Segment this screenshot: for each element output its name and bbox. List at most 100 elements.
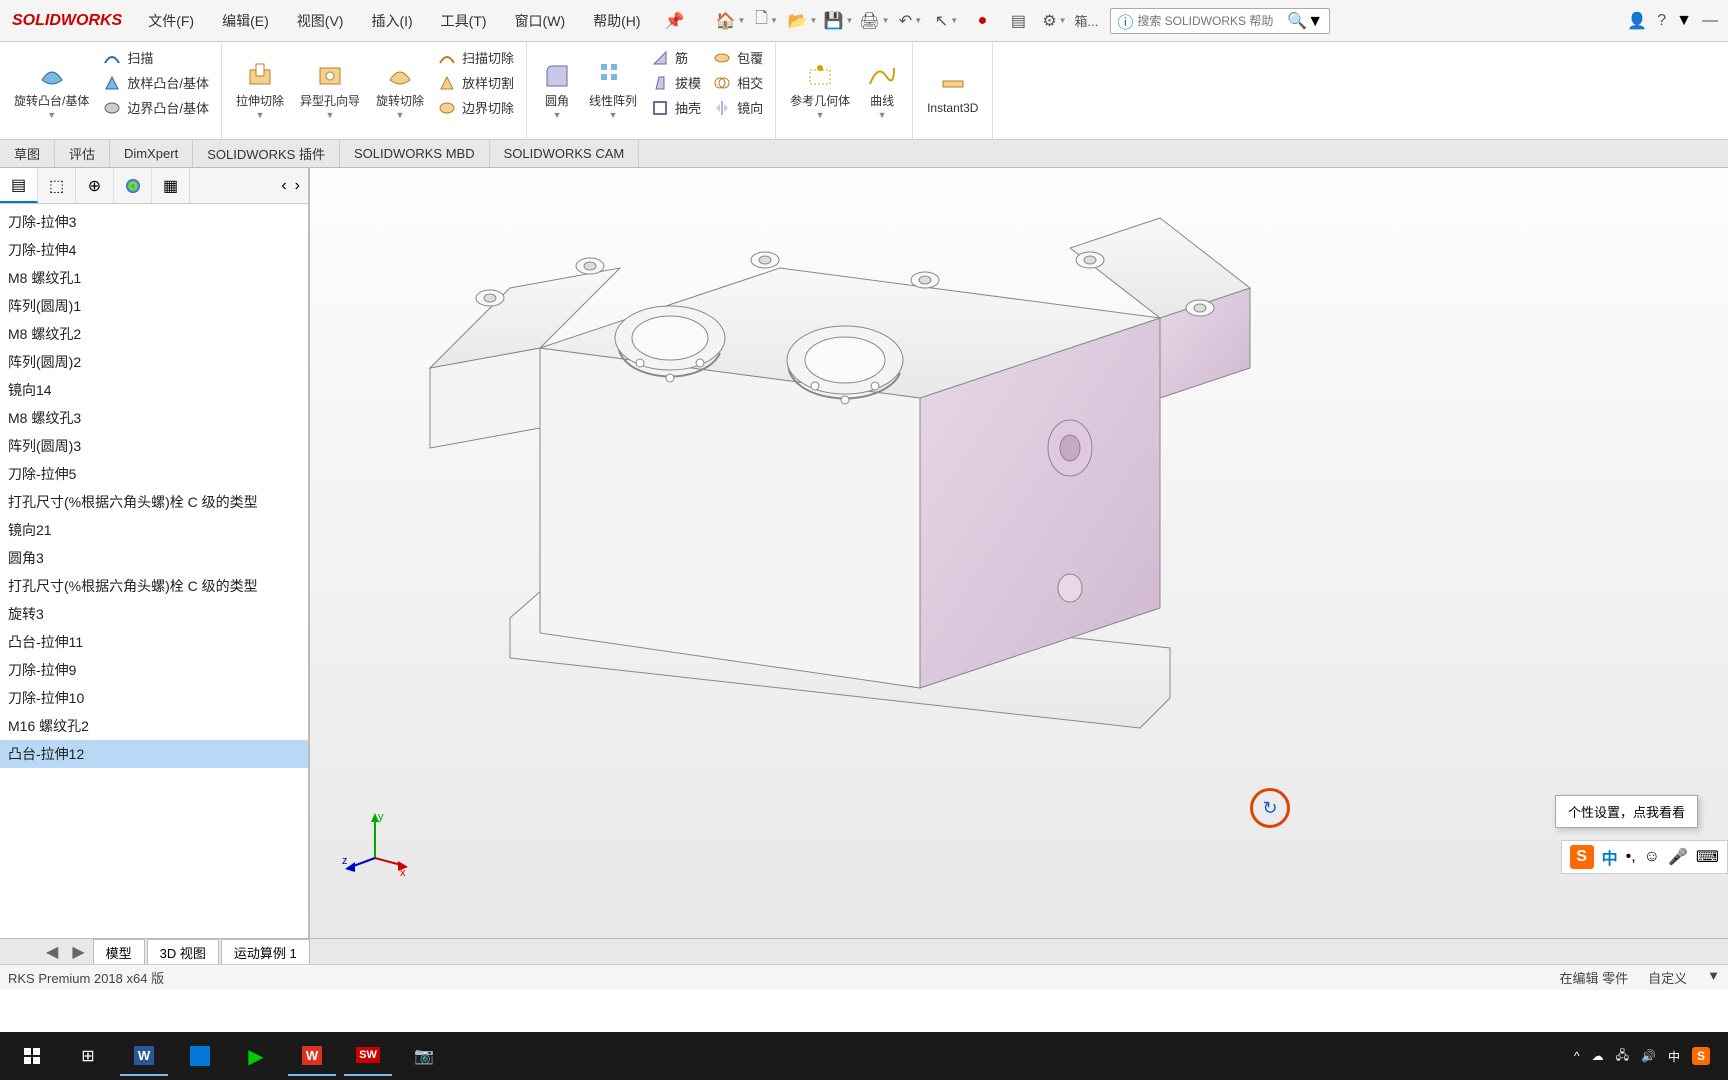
fillet-button[interactable]: 圆角 ▼ [533,46,581,135]
tree-item[interactable]: 圆角3 [0,544,308,572]
tray-up-icon[interactable]: ^ [1574,1049,1580,1063]
settings-icon[interactable]: ⚙▼ [1038,7,1070,35]
app-icon[interactable] [176,1036,224,1076]
tab-dimxpert[interactable]: DimXpert [110,140,193,167]
menu-help[interactable]: 帮助(H) [579,0,654,41]
ime-mic-icon[interactable]: 🎤 [1668,847,1688,867]
tree-item[interactable]: 刀除-拉伸4 [0,236,308,264]
tree-item[interactable]: 镜向21 [0,516,308,544]
inspect-tab-icon[interactable]: ▦ [152,168,190,203]
tab-mbd[interactable]: SOLIDWORKS MBD [340,140,490,167]
mirror-button[interactable]: 镜向 [707,96,769,119]
tree-item[interactable]: 凸台-拉伸11 [0,628,308,656]
revolve-cut-button[interactable]: 旋转切除 ▼ [368,46,432,135]
minimize-icon[interactable]: — [1702,12,1718,30]
popup-tip[interactable]: 个性设置，点我看看 [1555,795,1698,828]
tree-item[interactable]: 打孔尺寸(%根据六角头螺)栓 C 级的类型 [0,572,308,600]
rebuild-icon[interactable]: ● [966,7,998,35]
tray-ime[interactable]: 中 [1668,1048,1680,1065]
tray-vol-icon[interactable]: 🔊 [1641,1049,1656,1063]
ime-bar[interactable]: S 中 •, ☺ 🎤 ⌨ [1561,840,1728,874]
curves-button[interactable]: 曲线 ▼ [858,46,906,135]
tab-motion1[interactable]: 运动算例 1 [221,939,310,964]
tree-item[interactable]: 打孔尺寸(%根据六角头螺)栓 C 级的类型 [0,488,308,516]
ref-geom-button[interactable]: 参考几何体 ▼ [782,46,858,135]
instant3d-button[interactable]: Instant3D [919,63,986,119]
options-list-icon[interactable]: ▤ [1002,7,1034,35]
user-icon[interactable]: 👤 [1627,11,1647,31]
tree-item[interactable]: 镜向14 [0,376,308,404]
new-icon[interactable]: 🗋▼ [750,7,782,35]
tab-3dview[interactable]: 3D 视图 [147,939,219,964]
linear-pattern-button[interactable]: 线性阵列 ▼ [581,46,645,135]
3d-viewport[interactable]: y x z ↻ [310,168,1728,938]
word-icon[interactable]: W [120,1036,168,1076]
next-tab-icon[interactable]: › [291,177,304,195]
tree-item[interactable]: 阵列(圆周)1 [0,292,308,320]
home-icon[interactable]: 🏠▼ [714,7,746,35]
search-input[interactable] [1137,14,1287,28]
shell-button[interactable]: 抽壳 [645,96,707,119]
tray-net-icon[interactable]: 🖧 [1616,1046,1629,1067]
save-icon[interactable]: 💾▼ [822,7,854,35]
media-icon[interactable]: ▶ [232,1036,280,1076]
feature-tree[interactable]: 刀除-拉伸3刀除-拉伸4M8 螺纹孔1阵列(圆周)1M8 螺纹孔2阵列(圆周)2… [0,204,308,938]
hole-wizard-button[interactable]: 异型孔向导 ▼ [292,46,368,135]
menu-view[interactable]: 视图(V) [283,0,358,41]
tree-item[interactable]: 阵列(圆周)2 [0,348,308,376]
tree-item[interactable]: 刀除-拉伸5 [0,460,308,488]
solidworks-icon[interactable]: SW [344,1036,392,1076]
revolve-boss-button[interactable]: 旋转凸台/基体 ▼ [6,46,97,135]
tab-addins[interactable]: SOLIDWORKS 插件 [193,140,340,167]
prev-tab-icon[interactable]: ‹ [277,177,290,195]
tree-item[interactable]: M8 螺纹孔1 [0,264,308,292]
help-drop-icon[interactable]: ▼ [1676,12,1692,30]
tab-evaluate[interactable]: 评估 [55,140,110,167]
tray-cloud-icon[interactable]: ☁ [1592,1049,1604,1063]
tree-item[interactable]: 凸台-拉伸12 [0,740,308,768]
config-tab-icon[interactable]: ⊕ [76,168,114,203]
tree-item[interactable]: 刀除-拉伸10 [0,684,308,712]
rib-button[interactable]: 筋 [645,46,707,69]
undo-icon[interactable]: ↶▼ [894,7,926,35]
tree-item[interactable]: 旋转3 [0,600,308,628]
tree-item[interactable]: M8 螺纹孔3 [0,404,308,432]
menu-window[interactable]: 窗口(W) [501,0,580,41]
open-icon[interactable]: 📂▼ [786,7,818,35]
menu-file[interactable]: 文件(F) [134,0,208,41]
menu-insert[interactable]: 插入(I) [357,0,426,41]
box-label[interactable]: 箱... [1074,7,1098,35]
camera-icon[interactable]: 📷 [400,1036,448,1076]
ime-logo-icon[interactable]: S [1570,845,1594,869]
ime-emoji-icon[interactable]: ☺ [1644,848,1660,866]
boundary-boss-button[interactable]: 边界凸台/基体 [97,96,215,119]
wrap-button[interactable]: 包覆 [707,46,769,69]
tree-item[interactable]: 刀除-拉伸9 [0,656,308,684]
tray-ime-logo-icon[interactable]: S [1692,1047,1710,1065]
status-drop-icon[interactable]: ▼ [1707,968,1720,987]
extrude-cut-button[interactable]: 拉伸切除 ▼ [228,46,292,135]
search-box[interactable]: ⓘ 🔍▼ [1110,8,1330,34]
draft-button[interactable]: 拔模 [645,71,707,94]
search-icon[interactable]: 🔍▼ [1287,11,1323,31]
intersect-button[interactable]: 相交 [707,71,769,94]
appearance-tab-icon[interactable] [114,168,152,203]
tree-item[interactable]: M8 螺纹孔2 [0,320,308,348]
pin-icon[interactable]: 📌 [655,11,695,31]
boundary-cut-button[interactable]: 边界切除 [432,96,520,119]
menu-tools[interactable]: 工具(T) [427,0,501,41]
tabs-right-icon[interactable]: ▶ [66,942,90,962]
print-icon[interactable]: 🖨▼ [858,7,890,35]
tree-item[interactable]: 阵列(圆周)3 [0,432,308,460]
ime-punct-icon[interactable]: •, [1626,848,1636,866]
menu-edit[interactable]: 编辑(E) [208,0,283,41]
sweep-cut-button[interactable]: 扫描切除 [432,46,520,69]
help-icon[interactable]: ? [1657,12,1666,30]
feature-tree-tab-icon[interactable]: ▤ [0,168,38,203]
wps-icon[interactable]: W [288,1036,336,1076]
tabs-left-icon[interactable]: ◀ [40,942,64,962]
tree-item[interactable]: 刀除-拉伸3 [0,208,308,236]
tab-sketch[interactable]: 草图 [0,140,55,167]
status-custom[interactable]: 自定义 [1648,968,1687,987]
sweep-button[interactable]: 扫描 [97,46,215,69]
